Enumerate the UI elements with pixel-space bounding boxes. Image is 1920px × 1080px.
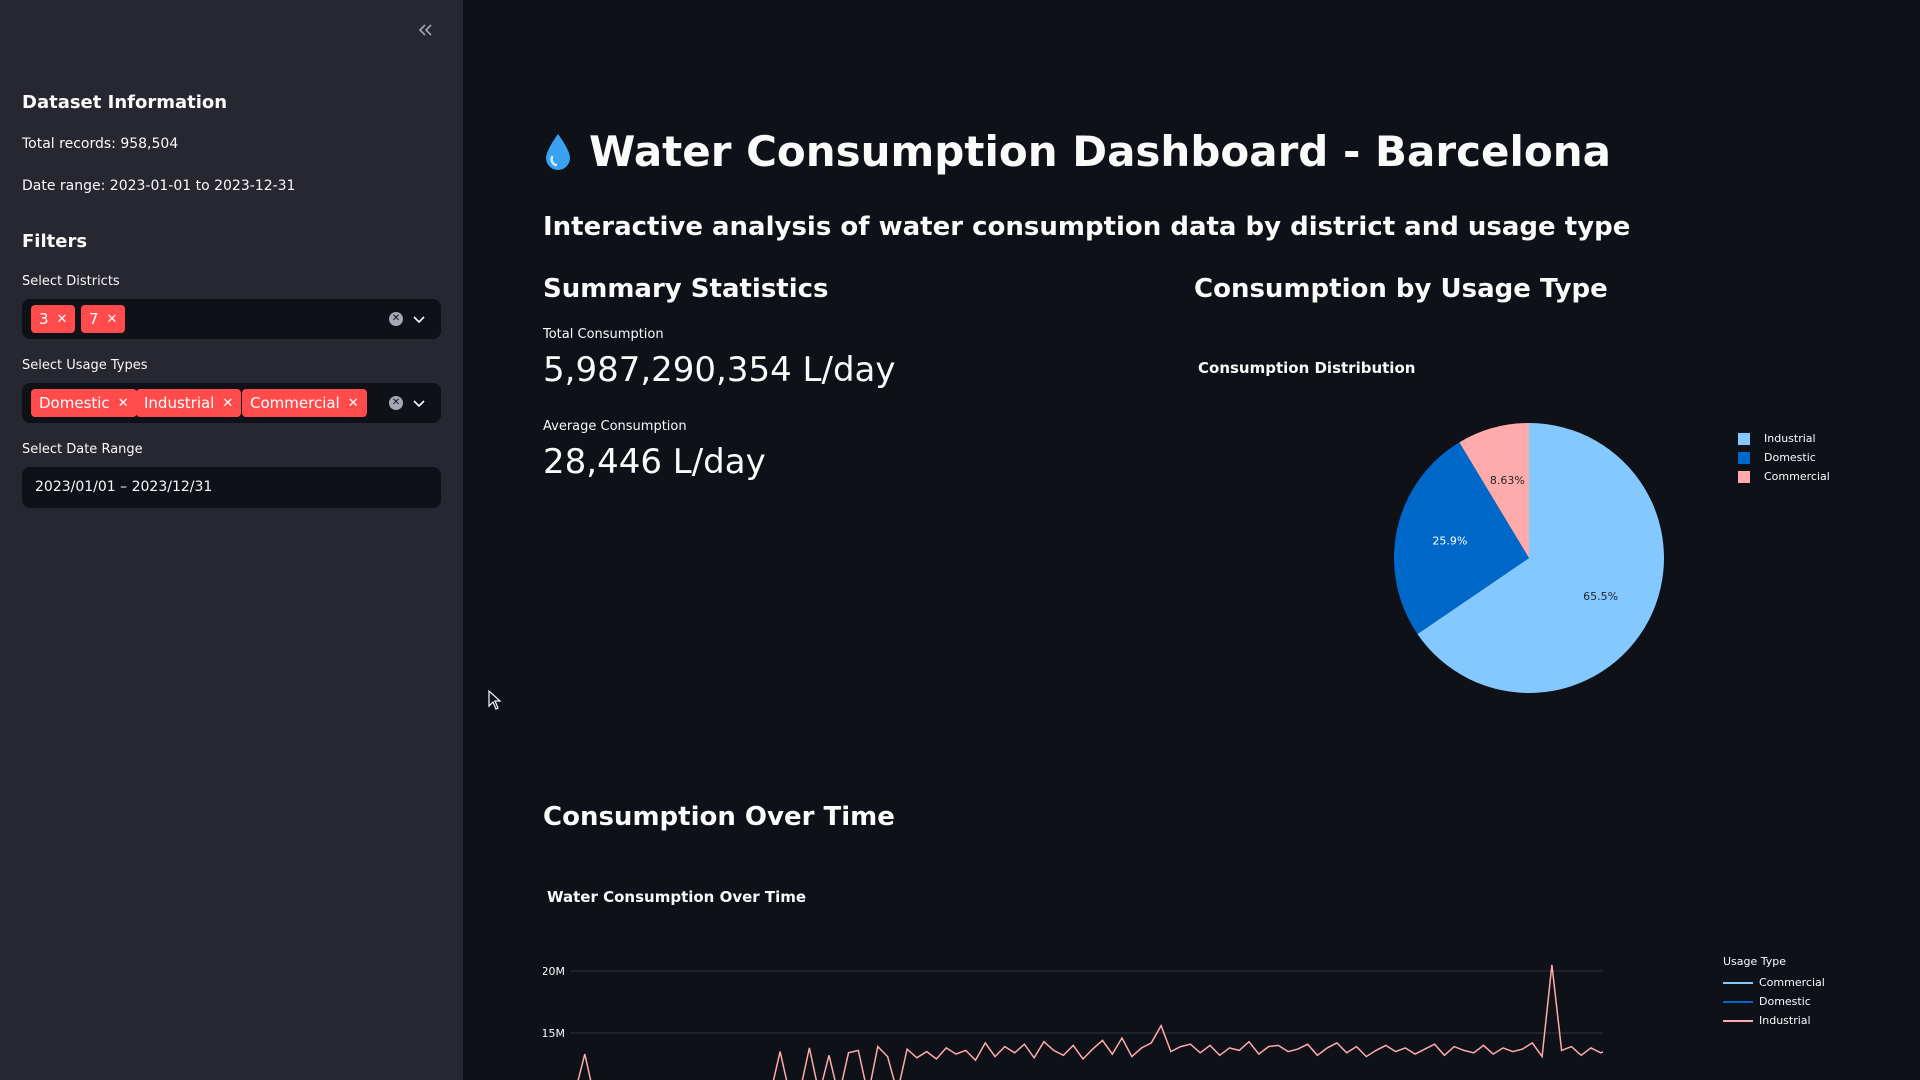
chevron-down-icon[interactable] (411, 311, 427, 327)
line-chart-title: Water Consumption Over Time (547, 888, 807, 906)
pie-chart-title: Consumption Distribution (1198, 359, 1416, 377)
dataset-info-heading: Dataset Information (22, 92, 228, 113)
legend-swatch (1738, 451, 1750, 464)
chip-label: 3 (39, 310, 49, 328)
chevron-down-icon[interactable] (411, 395, 427, 411)
clear-all-icon[interactable]: ✕ (389, 396, 403, 410)
legend-swatch (1738, 432, 1750, 445)
chip-label: Domestic (39, 394, 110, 412)
legend-title: Usage Type (1723, 955, 1787, 968)
legend-label: Industrial (1764, 432, 1816, 445)
chip-label: Industrial (144, 394, 215, 412)
legend-label: Domestic (1759, 995, 1811, 1008)
usage-type-heading: Consumption by Usage Type (1194, 274, 1608, 304)
remove-chip-icon[interactable]: ✕ (222, 396, 233, 411)
page-title: Water Consumption Dashboard - Barcelona (543, 127, 1611, 176)
pie-slice-label: 25.9% (1432, 535, 1467, 548)
page-title-text: Water Consumption Dashboard - Barcelona (589, 127, 1611, 176)
pie-legend[interactable]: Industrial Domestic Commercial (1738, 429, 1830, 486)
pie-legend-item[interactable]: Industrial (1738, 429, 1830, 448)
district-chip-3[interactable]: 3 ✕ (31, 305, 76, 333)
line-legend-item[interactable]: Industrial (1723, 1011, 1825, 1030)
legend-swatch (1723, 1019, 1753, 1022)
line-legend[interactable]: Usage Type Commercial Domestic Industria… (1723, 955, 1825, 1030)
remove-chip-icon[interactable]: ✕ (107, 312, 118, 327)
y-tick-label: 20M (543, 965, 565, 978)
legend-label: Commercial (1764, 470, 1830, 483)
filters-heading: Filters (22, 231, 88, 252)
pie-slice-label: 8.63% (1490, 474, 1525, 487)
line-legend-item[interactable]: Commercial (1723, 973, 1825, 992)
double-chevron-left-icon (418, 24, 432, 36)
usage-chip-domestic[interactable]: Domestic ✕ (31, 389, 137, 417)
district-chip-7[interactable]: 7 ✕ (81, 305, 126, 333)
legend-swatch (1723, 981, 1753, 984)
total-consumption-value: 5,987,290,354 L/day (543, 350, 896, 390)
total-consumption-label: Total Consumption (543, 327, 664, 342)
pie-chart[interactable]: 65.5% 25.9% 8.63% (1313, 400, 1693, 740)
usage-types-multiselect[interactable]: Domestic ✕ Industrial ✕ Commercial ✕ ✕ (22, 383, 441, 423)
pie-legend-item[interactable]: Domestic (1738, 448, 1830, 467)
water-drop-icon (546, 133, 570, 170)
sidebar: Dataset Information Total records: 958,5… (0, 0, 463, 1080)
usage-types-label: Select Usage Types (22, 358, 148, 373)
districts-label: Select Districts (22, 274, 120, 289)
remove-chip-icon[interactable]: ✕ (57, 312, 68, 327)
pie-slice-label: 65.5% (1583, 590, 1618, 603)
avg-consumption-label: Average Consumption (543, 419, 687, 434)
legend-label: Industrial (1759, 1014, 1811, 1027)
legend-swatch (1738, 470, 1750, 483)
date-range-input[interactable]: 2023/01/01 – 2023/12/31 (22, 467, 441, 508)
collapse-sidebar-button[interactable] (410, 16, 440, 44)
line-chart[interactable]: Consumption (L/day)20M15M (543, 950, 1603, 1080)
chip-label: Commercial (250, 394, 340, 412)
avg-consumption-value: 28,446 L/day (543, 442, 766, 482)
clear-all-icon[interactable]: ✕ (389, 312, 403, 326)
main-content: Water Consumption Dashboard - Barcelona … (463, 0, 1920, 1080)
legend-label: Domestic (1764, 451, 1816, 464)
legend-label: Commercial (1759, 976, 1825, 989)
legend-swatch (1723, 1000, 1753, 1003)
remove-chip-icon[interactable]: ✕ (118, 396, 129, 411)
total-records-text: Total records: 958,504 (22, 136, 179, 152)
chip-label: 7 (89, 310, 99, 328)
summary-heading: Summary Statistics (543, 274, 829, 304)
date-range-filter-label: Select Date Range (22, 442, 143, 457)
y-tick-label: 15M (543, 1027, 565, 1040)
districts-multiselect[interactable]: 3 ✕ 7 ✕ ✕ (22, 299, 441, 339)
page-subtitle: Interactive analysis of water consumptio… (543, 212, 1631, 242)
remove-chip-icon[interactable]: ✕ (348, 396, 359, 411)
usage-chip-commercial[interactable]: Commercial ✕ (242, 389, 367, 417)
pie-legend-item[interactable]: Commercial (1738, 467, 1830, 486)
line-legend-item[interactable]: Domestic (1723, 992, 1825, 1011)
date-range-text: Date range: 2023-01-01 to 2023-12-31 (22, 178, 296, 194)
usage-chip-industrial[interactable]: Industrial ✕ (136, 389, 242, 417)
mouse-cursor-icon (488, 690, 502, 710)
time-heading: Consumption Over Time (543, 802, 895, 832)
series-line-industrial[interactable] (575, 964, 1603, 1080)
